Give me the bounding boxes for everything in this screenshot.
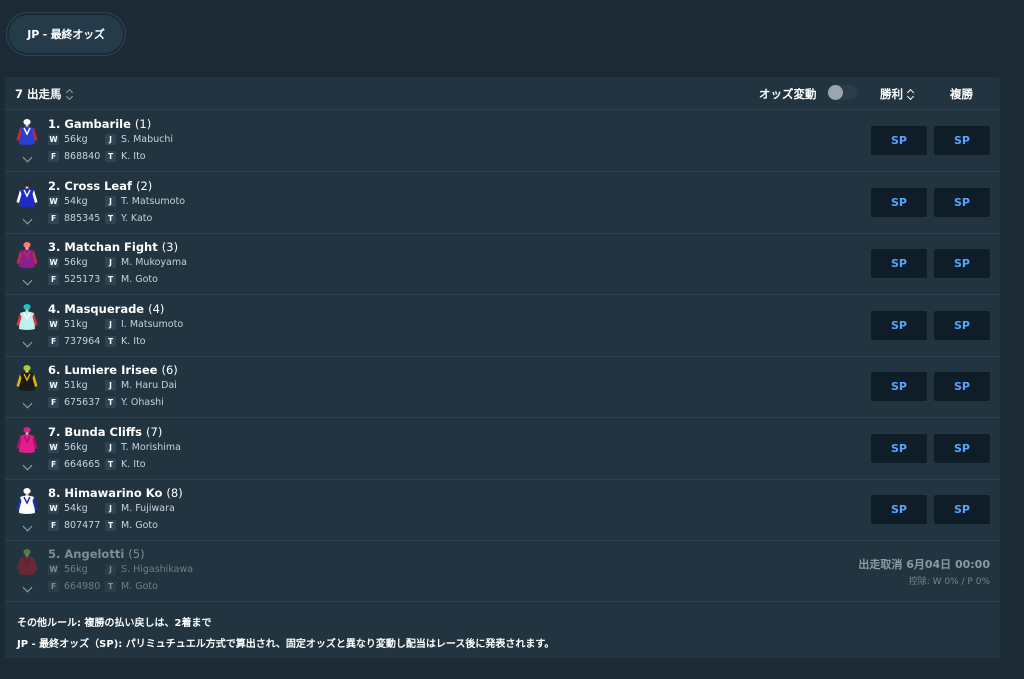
weight-info: W 51kg (48, 318, 88, 330)
jockey-info: J M. Mukoyama (105, 257, 187, 268)
jockey-info: J S. Higashikawa (105, 564, 193, 575)
runner-row: 3. Matchan Fight (3) W 56kg J M. Mukoyama … (5, 233, 1000, 295)
jockey-info: J T. Matsumoto (105, 195, 185, 207)
win-odds-button[interactable]: SP (871, 433, 927, 463)
horse-name[interactable]: 3. Matchan Fight (3) (48, 240, 178, 254)
place-odds-button[interactable]: SP (934, 372, 990, 401)
sort-icon (66, 88, 74, 100)
place-odds-button[interactable]: SP (934, 249, 990, 278)
sp-explanation-text: JP - 最終オッズ（SP): パリミュチュエル方式で算出され、固定オッズと異な… (17, 639, 555, 650)
horse-name[interactable]: 8. Himawarino Ko (8) (48, 486, 183, 500)
win-odds-button[interactable]: SP (871, 126, 927, 155)
runner-row: 7. Bunda Cliffs (7) W 56kg J T. Morishima … (5, 418, 1000, 480)
weight-info: W 54kg (48, 195, 88, 207)
weight-info: W 56kg (48, 441, 88, 453)
runner-row-scratched: 5. Angelotti (5) W 56kg J S. Higashikawa F… (5, 540, 1000, 602)
place-odds-button[interactable]: SP (934, 310, 990, 340)
horse-name[interactable]: 4. Masquerade (4) (48, 302, 164, 316)
weight-info: W 51kg (48, 380, 88, 391)
form-info: F 885345 (48, 212, 100, 224)
place-odds-button[interactable]: SP (934, 187, 990, 217)
trainer-info: T Y. Kato (105, 212, 152, 224)
runner-count-sort[interactable]: 7 出走馬 (15, 86, 74, 102)
place-odds-button[interactable]: SP (934, 126, 990, 155)
form-info: F 868840 (48, 151, 100, 162)
win-column-label: 勝利 (880, 87, 903, 101)
runner-row: 4. Masquerade (4) W 51kg J I. Matsumoto F7… (5, 295, 1000, 357)
form-info: F 664665 (48, 458, 100, 470)
runner-row: 8. Himawarino Ko (8) W 54kg J M. Fujiwara … (5, 479, 1000, 541)
place-odds-button[interactable]: SP (934, 433, 990, 463)
weight-info: W 54kg (48, 503, 88, 514)
tab-final-odds[interactable]: JP - 最終オッズ (9, 15, 123, 53)
form-info: F 737964 (48, 335, 100, 347)
chevron-down-icon[interactable] (22, 398, 33, 409)
trainer-info: T M. Goto (105, 581, 158, 592)
jockey-info: J S. Mabuchi (105, 134, 173, 145)
win-odds-button[interactable]: SP (871, 187, 927, 217)
odds-movement-label: オッズ変動 (759, 87, 817, 101)
trainer-info: T K. Ito (105, 335, 146, 347)
weight-info: W 56kg (48, 564, 88, 575)
chevron-down-icon[interactable] (22, 152, 33, 163)
chevron-down-icon[interactable] (22, 521, 33, 532)
other-rules-text: その他ルール: 複勝の払い戻しは、2着まで (17, 618, 212, 629)
trainer-info: T K. Ito (105, 151, 146, 162)
jockey-silk-icon (16, 242, 38, 268)
jockey-silk-icon (16, 119, 38, 145)
runners-panel: 7 出走馬 オッズ変動 勝利 複勝 1. Gambarile (1) W 56kg… (5, 77, 1000, 658)
jockey-silk-icon (16, 426, 38, 453)
jockey-silk-icon (16, 488, 38, 514)
scratch-deduction: 控除: W 0% / P 0% (908, 577, 990, 587)
form-info: F 675637 (48, 397, 100, 408)
sort-icon (907, 88, 915, 100)
place-odds-button[interactable]: SP (934, 495, 990, 524)
win-odds-button[interactable]: SP (871, 372, 927, 401)
horse-name[interactable]: 2. Cross Leaf (2) (48, 179, 152, 193)
runners-header: 7 出走馬 オッズ変動 勝利 複勝 (5, 77, 1000, 110)
jockey-silk-icon (16, 365, 38, 391)
trainer-info: T M. Goto (105, 274, 158, 285)
horse-name[interactable]: 5. Angelotti (5) (48, 547, 145, 561)
chevron-down-icon[interactable] (22, 214, 33, 224)
horse-name[interactable]: 6. Lumiere Irisee (6) (48, 363, 178, 377)
odds-movement-toggle[interactable] (827, 85, 857, 100)
runner-row: 1. Gambarile (1) W 56kg J S. Mabuchi F 8688… (5, 110, 1000, 172)
trainer-info: T Y. Ohashi (105, 397, 164, 408)
jockey-silk-icon (16, 549, 38, 575)
jockey-silk-icon (16, 180, 38, 207)
win-odds-button[interactable]: SP (871, 249, 927, 278)
runner-count-label: 7 出走馬 (15, 87, 62, 101)
chevron-down-icon[interactable] (22, 460, 33, 470)
chevron-down-icon[interactable] (22, 275, 33, 286)
trainer-info: T M. Goto (105, 520, 158, 531)
form-info: F 664980 (48, 581, 100, 592)
win-odds-button[interactable]: SP (871, 495, 927, 524)
horse-name[interactable]: 7. Bunda Cliffs (7) (48, 425, 162, 439)
jockey-info: J M. Haru Dai (105, 380, 177, 391)
form-info: F 807477 (48, 520, 100, 531)
chevron-down-icon[interactable] (22, 337, 33, 347)
horse-name[interactable]: 1. Gambarile (1) (48, 117, 151, 131)
weight-info: W 56kg (48, 134, 88, 145)
weight-info: W 56kg (48, 257, 88, 268)
runner-row: 2. Cross Leaf (2) W 54kg J T. Matsumoto F8… (5, 172, 1000, 234)
jockey-info: J T. Morishima (105, 441, 181, 453)
form-info: F 525173 (48, 274, 100, 285)
scratch-status: 出走取消 6月04日 00:00 (858, 558, 990, 571)
win-odds-button[interactable]: SP (871, 310, 927, 340)
runner-row: 6. Lumiere Irisee (6) W 51kg J M. Haru Dai… (5, 356, 1000, 418)
trainer-info: T K. Ito (105, 458, 146, 470)
jockey-info: J M. Fujiwara (105, 503, 175, 514)
win-column-sort[interactable]: 勝利 (880, 86, 915, 102)
jockey-info: J I. Matsumoto (105, 318, 183, 330)
toggle-knob (828, 85, 843, 100)
place-column-label: 複勝 (950, 87, 973, 101)
jockey-silk-icon (16, 303, 38, 330)
chevron-down-icon[interactable] (22, 582, 33, 593)
